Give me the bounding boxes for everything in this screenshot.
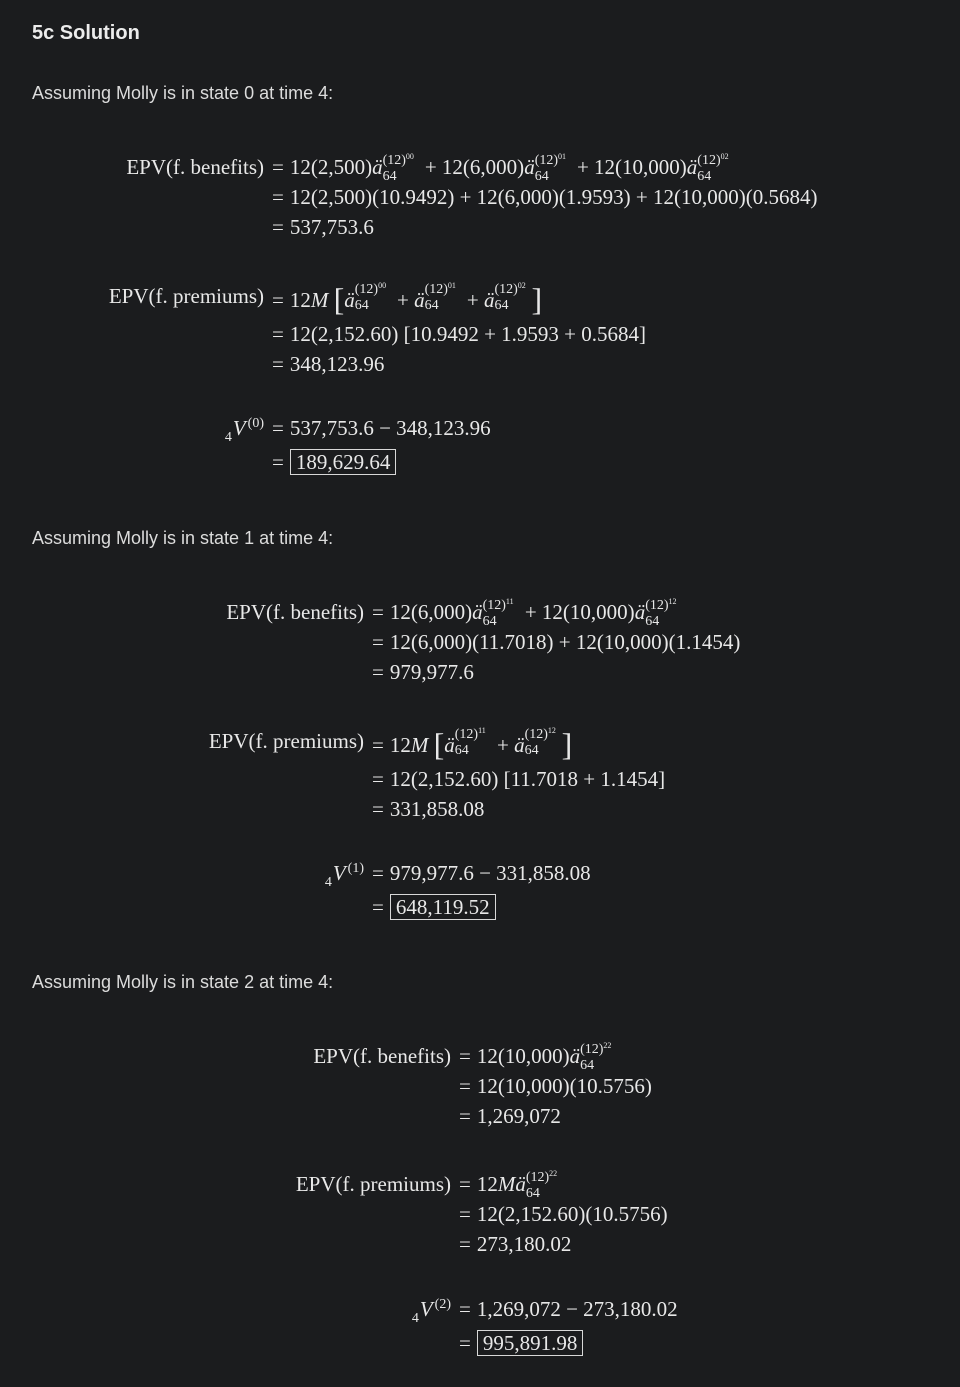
- state1-benefits-lhs: EPV(f. benefits): [226, 600, 364, 624]
- state0-reserve-line1: 537,753.6 − 348,123.96: [289, 416, 491, 440]
- state0-benefits-lhs: EPV(f. benefits): [126, 155, 264, 179]
- solution-title: 5c Solution: [32, 22, 140, 44]
- state1-reserve-lhs: 4V (1): [324, 861, 364, 890]
- state2-premiums-line2: 12(2,152.60)(10.5756): [476, 1202, 668, 1226]
- state0-benefits-line2: 12(2,500)(10.9492) + 12(6,000)(1.9593) +…: [289, 185, 818, 209]
- intro-state-1: Assuming Molly is in state 1 at time 4:: [32, 528, 334, 548]
- state2-benefits-line1: = 12(10,000)ä (12)22 64: [459, 1041, 612, 1073]
- state1-premiums-line2: 12(2,152.60) [11.7018 + 1.1454]: [389, 767, 666, 791]
- state1-benefits-line3: 979,977.6: [389, 660, 474, 684]
- state2-reserve-line1: 1,269,072 − 273,180.02: [476, 1297, 678, 1321]
- state0-reserve-lhs: 4V (0): [224, 416, 264, 445]
- state0-premiums-line1: = 12M [ä (12)00 64 + ä (12)01 64 + ä (12)02 64]: [272, 281, 543, 317]
- state1-premiums-lhs: EPV(f. premiums): [208, 729, 364, 753]
- state2-reserve-result: 995,891.98: [476, 1330, 584, 1356]
- state2-premiums-lhs: EPV(f. premiums): [295, 1172, 451, 1196]
- state2-benefits-lhs: EPV(f. benefits): [313, 1044, 451, 1068]
- state0-premiums-lhs: EPV(f. premiums): [108, 284, 264, 308]
- intro-state-2: Assuming Molly is in state 2 at time 4:: [32, 972, 334, 992]
- state0-benefits-line3: 537,753.6: [289, 215, 374, 239]
- state1-premiums-line1: = 12M [ä (12)11 64 + ä (12)12 64]: [372, 726, 573, 762]
- state1-reserve-result: 648,119.52: [389, 894, 496, 920]
- state2-premiums-line1: = 12Mä (12)22 64: [459, 1169, 558, 1201]
- state1-reserve-line1: 979,977.6 − 331,858.08: [389, 861, 591, 885]
- intro-state-0: Assuming Molly is in state 0 at time 4:: [32, 83, 334, 103]
- state2-premiums-line3: 273,180.02: [476, 1232, 572, 1256]
- state0-premiums-line3: 348,123.96: [289, 352, 385, 376]
- state0-benefits-line1: = 12(2,500)ä (12)00 64 + 12(6,000)ä (12)01 64…: [272, 152, 729, 184]
- state1-benefits-line2: 12(6,000)(11.7018) + 12(10,000)(1.1454): [389, 630, 741, 654]
- state1-premiums-line3: 331,858.08: [389, 797, 485, 821]
- state2-reserve-lhs: 4V (2): [411, 1297, 451, 1326]
- state2-benefits-line3: 1,269,072: [476, 1104, 561, 1128]
- state1-benefits-line1: = 12(6,000)ä (12)11 64 + 12(10,000)ä (12)12 6…: [372, 597, 677, 629]
- state0-reserve-result: 189,629.64: [289, 449, 397, 475]
- state0-premiums-line2: 12(2,152.60) [10.9492 + 1.9593 + 0.5684]: [289, 322, 647, 346]
- state2-benefits-line2: 12(10,000)(10.5756): [476, 1074, 652, 1098]
